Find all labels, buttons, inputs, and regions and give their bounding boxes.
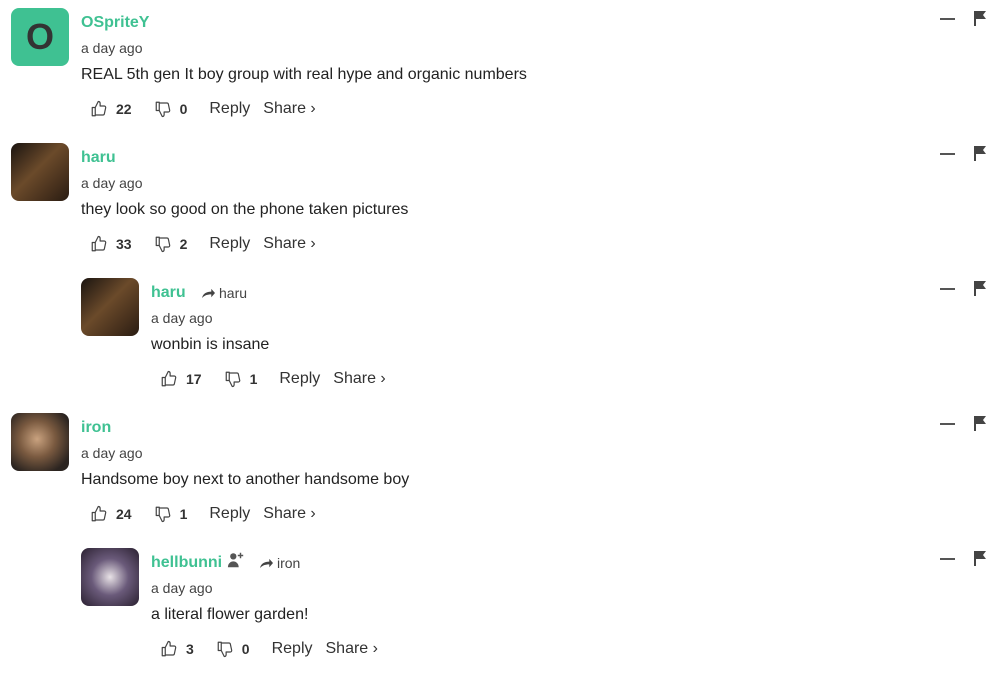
thumbs-up-icon (160, 370, 178, 388)
share-button[interactable]: Share › (263, 235, 315, 253)
avatar[interactable] (11, 413, 69, 471)
username[interactable]: iron (81, 419, 111, 437)
comment-text: REAL 5th gen It boy group with real hype… (81, 66, 527, 83)
comment-text: they look so good on the phone taken pic… (81, 201, 409, 218)
upvote-button[interactable]: 33 (90, 235, 132, 253)
thumbs-down-icon (154, 235, 172, 253)
upvote-button[interactable]: 22 (90, 100, 132, 118)
downvote-button[interactable]: 1 (224, 370, 258, 388)
downvote-count: 1 (179, 506, 188, 522)
downvote-button[interactable]: 2 (154, 235, 188, 253)
username[interactable]: haru (81, 149, 116, 167)
upvote-count: 33 (116, 236, 132, 252)
upvote-button[interactable]: 3 (160, 640, 194, 658)
reply-to-username: haru (219, 285, 248, 301)
username[interactable]: OSpriteY (81, 14, 149, 32)
comment-actions: 33 2 Reply Share › (90, 235, 316, 253)
upvote-button[interactable]: 24 (90, 505, 132, 523)
share-button[interactable]: Share › (333, 370, 385, 388)
upvote-button[interactable]: 17 (160, 370, 202, 388)
comment-actions: 24 1 Reply Share › (90, 505, 316, 523)
thumbs-up-icon (90, 505, 108, 523)
upvote-count: 3 (186, 641, 194, 657)
username[interactable]: haru (151, 284, 186, 302)
comment-text: wonbin is insane (151, 336, 270, 353)
thumbs-down-icon (216, 640, 234, 658)
flag-icon[interactable] (973, 415, 987, 431)
upvote-count: 17 (186, 371, 202, 387)
timestamp[interactable]: a day ago (151, 580, 213, 596)
reply-button[interactable]: Reply (209, 235, 250, 253)
collapse-icon[interactable] (940, 558, 955, 560)
downvote-count: 2 (179, 236, 188, 252)
comment: haru a day ago they look so good on the … (0, 143, 999, 278)
downvote-button[interactable]: 0 (154, 100, 188, 118)
comment-actions: 17 1 Reply Share › (160, 370, 386, 388)
comment-text: a literal flower garden! (151, 606, 309, 623)
reply-to-link[interactable]: iron (259, 555, 300, 571)
downvote-button[interactable]: 0 (216, 640, 250, 658)
username[interactable]: hellbunni (151, 554, 222, 572)
reply-button[interactable]: Reply (279, 370, 320, 388)
avatar[interactable] (11, 143, 69, 201)
timestamp[interactable]: a day ago (81, 175, 143, 191)
downvote-count: 0 (179, 101, 188, 117)
reply-arrow-icon (259, 557, 274, 570)
thumbs-down-icon (154, 100, 172, 118)
flag-icon[interactable] (973, 145, 987, 161)
timestamp[interactable]: a day ago (81, 445, 143, 461)
comment: iron a day ago Handsome boy next to anot… (0, 413, 999, 548)
share-button[interactable]: Share › (326, 640, 378, 658)
reply-button[interactable]: Reply (209, 505, 250, 523)
timestamp[interactable]: a day ago (151, 310, 213, 326)
comment-actions: 22 0 Reply Share › (90, 100, 316, 118)
downvote-count: 1 (249, 371, 258, 387)
reply-to-link[interactable]: haru (201, 285, 247, 301)
collapse-icon[interactable] (940, 153, 955, 155)
comment: O OSpriteY a day ago REAL 5th gen It boy… (0, 8, 999, 143)
reply-to-username: iron (277, 555, 301, 571)
upvote-count: 22 (116, 101, 132, 117)
avatar[interactable] (81, 278, 139, 336)
thumbs-up-icon (90, 235, 108, 253)
thumbs-down-icon (224, 370, 242, 388)
reply-button[interactable]: Reply (272, 640, 313, 658)
follow-user-icon[interactable] (227, 551, 245, 569)
flag-icon[interactable] (973, 10, 987, 26)
collapse-icon[interactable] (940, 18, 955, 20)
downvote-count: 0 (241, 641, 250, 657)
comment-actions: 3 0 Reply Share › (160, 640, 378, 658)
collapse-icon[interactable] (940, 423, 955, 425)
thumbs-up-icon (90, 100, 108, 118)
reply-comment: haru haru a day ago wonbin is insane 17 … (0, 278, 999, 413)
thumbs-up-icon (160, 640, 178, 658)
reply-comment: hellbunni iron a day ago a literal flowe… (0, 548, 999, 683)
flag-icon[interactable] (973, 550, 987, 566)
downvote-button[interactable]: 1 (154, 505, 188, 523)
upvote-count: 24 (116, 506, 132, 522)
reply-button[interactable]: Reply (209, 100, 250, 118)
comment-text: Handsome boy next to another handsome bo… (81, 471, 410, 488)
flag-icon[interactable] (973, 280, 987, 296)
share-button[interactable]: Share › (263, 100, 315, 118)
collapse-icon[interactable] (940, 288, 955, 290)
avatar[interactable] (81, 548, 139, 606)
timestamp[interactable]: a day ago (81, 40, 143, 56)
share-button[interactable]: Share › (263, 505, 315, 523)
avatar[interactable]: O (11, 8, 69, 66)
reply-arrow-icon (201, 287, 216, 300)
thumbs-down-icon (154, 505, 172, 523)
